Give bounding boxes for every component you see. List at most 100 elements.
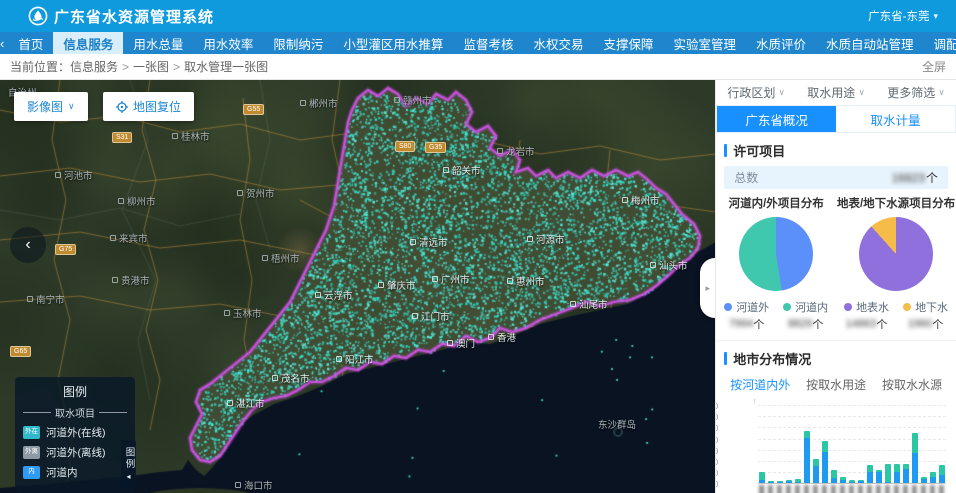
panel-tab-1[interactable]: 广东省概况 — [717, 106, 836, 133]
legend-collapse-tab[interactable]: 图例 ◂ — [121, 440, 136, 488]
bar-column[interactable] — [759, 472, 765, 483]
basemap-select[interactable]: 影像图 ∨ — [14, 92, 88, 121]
pie-legend: 河道外7994个河道内8829个 — [724, 299, 828, 332]
dist-tab-3[interactable]: 按取水水源 — [882, 374, 942, 395]
dist-tab-2[interactable]: 按取水用途 — [806, 374, 866, 395]
bar-column[interactable] — [786, 480, 792, 483]
x-axis-label: ▇▇▇ — [930, 485, 936, 493]
bar-column[interactable] — [885, 464, 891, 483]
legend-item-3[interactable]: 内河道内 — [23, 465, 127, 480]
breadcrumb-item[interactable]: 取水管理一张图 — [184, 58, 268, 75]
overview-tabs: 广东省概况取水计量 — [716, 105, 956, 134]
bar-column[interactable] — [858, 480, 864, 483]
pie-legend-label: 地表水 — [856, 299, 889, 315]
bar-segment-green — [894, 464, 900, 472]
nav-tab-7[interactable]: 监督考核 — [453, 32, 523, 54]
bar-segment-blue — [912, 453, 918, 483]
map-view[interactable]: 自治州郴州市赣州市桂林市龙岩市河池市贺州市柳州市来宾市梧州市贵港市南宁市玉林市海… — [0, 80, 715, 493]
nav-tab-1[interactable]: 首页 — [8, 32, 53, 54]
permit-section-title: 许可项目 — [733, 141, 785, 160]
legend-item-label: 河道内 — [46, 465, 78, 480]
x-axis-label: ▇▇▇ — [939, 485, 945, 493]
water-intake-marker-icon: 外离 — [23, 446, 40, 459]
bar-segment-blue — [939, 475, 945, 483]
bar-column[interactable] — [867, 465, 873, 483]
dist-tab-1[interactable]: 按河道内外 — [730, 374, 790, 395]
bar-column[interactable] — [813, 459, 819, 483]
pie-legend-item: 地下水1960个 — [903, 299, 948, 332]
caret-down-icon: ∨ — [778, 87, 785, 98]
nav-tab-12[interactable]: 水质自动站管理 — [816, 32, 924, 54]
breadcrumb-item[interactable]: 信息服务 — [70, 58, 118, 75]
panel-collapse-handle[interactable]: ▸ — [700, 258, 715, 318]
nav-tab-2[interactable]: 信息服务 — [53, 32, 123, 54]
city-section-header: 地市分布情况 — [724, 349, 948, 368]
bar-column[interactable] — [831, 470, 837, 483]
bar-segment-blue — [894, 472, 900, 483]
nav-tab-8[interactable]: 水权交易 — [523, 32, 593, 54]
pan-left-button[interactable]: ‹ — [10, 227, 46, 263]
bar-column[interactable] — [921, 477, 927, 483]
bar-column[interactable] — [876, 470, 882, 483]
y-axis-tick: 1,000 — [715, 457, 718, 467]
legend-item-2[interactable]: 外离河道外(离线) — [23, 445, 127, 460]
bar-segment-blue — [867, 472, 873, 483]
bar-segment-green — [885, 464, 891, 482]
nav-tab-6[interactable]: 小型灌区用水推算 — [333, 32, 453, 54]
bar-column[interactable] — [849, 480, 855, 483]
x-axis-label: ▇▇▇ — [804, 485, 810, 493]
bar-column[interactable] — [912, 433, 918, 483]
nav-tab-5[interactable]: 限制纳污 — [263, 32, 333, 54]
bar-segment-blue — [858, 481, 864, 483]
legend-title: 图例 — [23, 383, 127, 400]
pie-legend: 地表水14863个地下水1960个 — [844, 299, 948, 332]
total-value: 16823 个 — [892, 169, 938, 186]
bar-column[interactable] — [768, 481, 774, 483]
y-axis-tick: 2,000 — [715, 435, 718, 445]
nav-tab-11[interactable]: 水质评价 — [746, 32, 816, 54]
nav-tab-3[interactable]: 用水总量 — [123, 32, 193, 54]
filter-dropdown-2[interactable]: 取水用途∨ — [807, 84, 865, 101]
bar-segment-blue — [903, 469, 909, 483]
nav-tab-4[interactable]: 用水效率 — [193, 32, 263, 54]
caret-down-icon: ∨ — [938, 87, 945, 98]
filter-dropdown-3[interactable]: 更多筛选∨ — [887, 84, 945, 101]
chevron-left-icon: ‹ — [25, 236, 30, 254]
nav-tab-10[interactable]: 实验室管理 — [663, 32, 746, 54]
panel-tab-2[interactable]: 取水计量 — [836, 106, 955, 133]
y-axis-tick: 3,500 — [715, 401, 718, 411]
app-title: 广东省水资源管理系统 — [54, 6, 214, 27]
bar-segment-green — [822, 441, 828, 451]
pie-value-number: 8829 — [788, 318, 812, 330]
bar-column[interactable] — [804, 431, 810, 484]
map-reset-button[interactable]: 地图复位 — [103, 92, 194, 121]
bar-column[interactable] — [930, 472, 936, 483]
app-logo-icon — [28, 6, 48, 26]
filter-dropdown-1[interactable]: 行政区划∨ — [727, 84, 785, 101]
breadcrumb-item[interactable]: 一张图 — [133, 58, 169, 75]
bar-segment-blue — [840, 480, 846, 483]
section-accent-bar — [724, 144, 727, 157]
x-axis-label: ▇▇▇ — [903, 485, 909, 493]
bar-column[interactable] — [840, 477, 846, 483]
pie-legend-value: 7994个 — [729, 316, 764, 332]
bar-column[interactable] — [894, 464, 900, 483]
bar-column[interactable] — [903, 464, 909, 483]
nav-tab-9[interactable]: 支撑保障 — [593, 32, 663, 54]
city-section-title: 地市分布情况 — [733, 349, 811, 368]
bar-column[interactable] — [777, 481, 783, 483]
bar-segment-green — [804, 431, 810, 438]
nav-tab-13[interactable]: 调配决策 — [924, 32, 956, 54]
pie-legend-value: 8829个 — [788, 316, 823, 332]
map-legend: 图例 取水项目 外在河道外(在线)外离河道外(离线)内河道内 — [15, 377, 135, 493]
bar-column[interactable] — [822, 441, 828, 483]
bar-segment-blue — [930, 477, 936, 483]
region-selector[interactable]: 广东省-东莞 ▾ — [868, 0, 938, 32]
bar-segment-blue — [921, 479, 927, 483]
legend-item-1[interactable]: 外在河道外(在线) — [23, 425, 127, 440]
fullscreen-button[interactable]: 全屏 — [922, 58, 946, 75]
bar-column[interactable] — [795, 479, 801, 483]
bar-column[interactable] — [939, 465, 945, 483]
pie-value-unit: 个 — [812, 316, 823, 332]
bar-segment-blue — [777, 482, 783, 484]
